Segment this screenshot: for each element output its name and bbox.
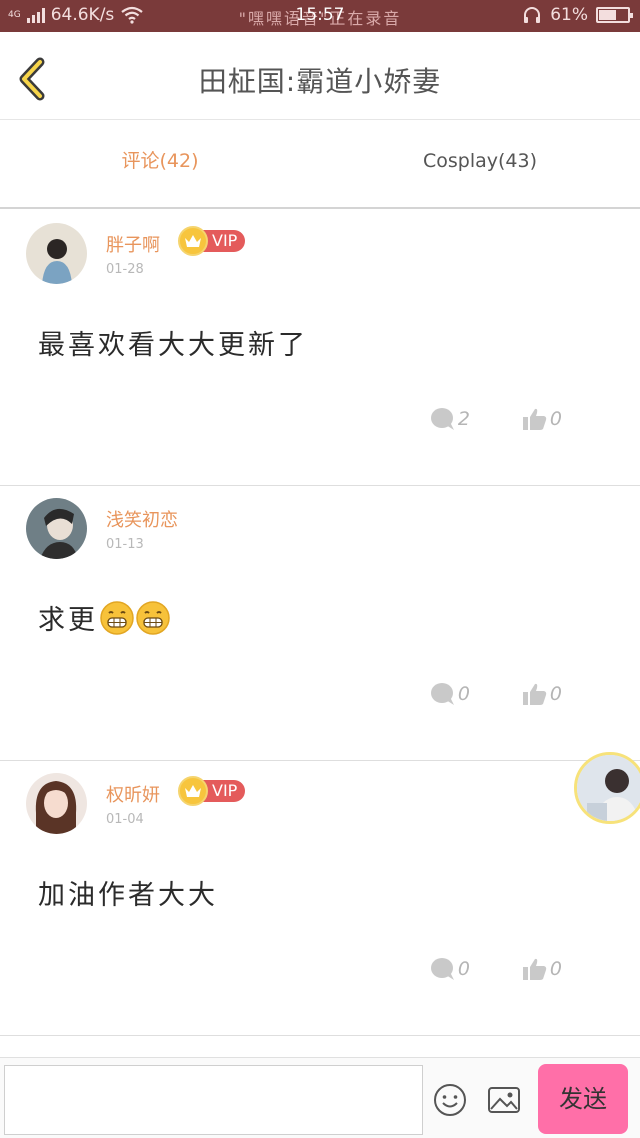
like-count: 0 bbox=[549, 683, 562, 705]
reply-button[interactable]: 0 bbox=[430, 682, 470, 706]
thumbs-up-icon bbox=[522, 958, 547, 980]
thumbs-up-icon bbox=[522, 408, 547, 430]
speech-bubble-icon bbox=[430, 683, 454, 705]
headphones-icon bbox=[524, 7, 541, 23]
comment-text: 加油作者大大 bbox=[38, 873, 218, 912]
avatar[interactable] bbox=[26, 223, 87, 284]
username[interactable]: 浅笑初恋 bbox=[106, 506, 178, 532]
reply-count: 0 bbox=[457, 683, 470, 705]
comment-text: 最喜欢看大大更新了 bbox=[38, 323, 308, 362]
comment-text: 求更 bbox=[38, 598, 170, 637]
like-count: 0 bbox=[549, 408, 562, 430]
comment-date: 01-04 bbox=[106, 812, 144, 827]
comment-item: 权昕妍 VIP 01-04 加油作者大大 0 0 bbox=[0, 761, 640, 1036]
comment-item: 浅笑初恋 01-13 求更 0 0 bbox=[0, 486, 640, 761]
grin-emoji-icon bbox=[136, 600, 170, 635]
vip-badge: VIP bbox=[178, 776, 246, 806]
reply-count: 2 bbox=[457, 408, 470, 430]
like-count: 0 bbox=[549, 958, 562, 980]
image-icon[interactable] bbox=[486, 1082, 522, 1118]
username[interactable]: 权昕妍 bbox=[106, 781, 160, 807]
comment-body: 求更 bbox=[38, 605, 98, 636]
comment-actions: 0 0 bbox=[430, 957, 562, 981]
crown-icon bbox=[178, 226, 208, 256]
reply-button[interactable]: 2 bbox=[430, 407, 470, 431]
reply-button[interactable]: 0 bbox=[430, 957, 470, 981]
comment-body: 加油作者大大 bbox=[38, 880, 218, 911]
avatar[interactable] bbox=[26, 498, 87, 559]
speech-bubble-icon bbox=[430, 958, 454, 980]
comment-date: 01-13 bbox=[106, 537, 144, 552]
crown-icon bbox=[178, 776, 208, 806]
comment-list: 胖子啊 VIP 01-28 最喜欢看大大更新了 2 0 浅笑初恋 01-13 求… bbox=[0, 211, 640, 1082]
vip-badge: VIP bbox=[178, 226, 246, 256]
comment-input[interactable] bbox=[4, 1065, 423, 1135]
speech-bubble-icon bbox=[430, 408, 454, 430]
tab-bar: 评论(42) Cosplay(43) bbox=[0, 121, 640, 209]
screen: 4G 64.6K/s "嘿嘿语音"正在录音 15:57 61% 田柾国:霸道小娇… bbox=[0, 0, 640, 1138]
thumbs-up-icon bbox=[522, 683, 547, 705]
comment-actions: 2 0 bbox=[430, 407, 562, 431]
avatar[interactable] bbox=[26, 773, 87, 834]
status-right: 61% bbox=[522, 5, 633, 25]
battery-fill bbox=[599, 10, 616, 20]
like-button[interactable]: 0 bbox=[522, 407, 562, 431]
send-button[interactable]: 发送 bbox=[538, 1064, 628, 1134]
tab-comments[interactable]: 评论(42) bbox=[0, 121, 320, 207]
comment-actions: 0 0 bbox=[430, 682, 562, 706]
tab-cosplay[interactable]: Cosplay(43) bbox=[320, 121, 640, 207]
page-title: 田柾国:霸道小娇妻 bbox=[198, 65, 442, 98]
header: 田柾国:霸道小娇妻 bbox=[0, 32, 640, 120]
comment-item: 胖子啊 VIP 01-28 最喜欢看大大更新了 2 0 bbox=[0, 211, 640, 486]
grin-emoji-icon bbox=[100, 600, 134, 635]
battery-icon bbox=[596, 7, 633, 23]
like-button[interactable]: 0 bbox=[522, 682, 562, 706]
floating-avatar-bubble[interactable] bbox=[574, 752, 640, 824]
status-bar: 4G 64.6K/s "嘿嘿语音"正在录音 15:57 61% bbox=[0, 0, 640, 32]
smiley-icon[interactable] bbox=[432, 1082, 468, 1118]
comment-input-bar: 发送 bbox=[0, 1057, 640, 1138]
battery-percent: 61% bbox=[550, 5, 588, 25]
like-button[interactable]: 0 bbox=[522, 957, 562, 981]
comment-date: 01-28 bbox=[106, 262, 144, 277]
username[interactable]: 胖子啊 bbox=[106, 231, 160, 257]
comment-body: 最喜欢看大大更新了 bbox=[38, 330, 308, 361]
reply-count: 0 bbox=[457, 958, 470, 980]
